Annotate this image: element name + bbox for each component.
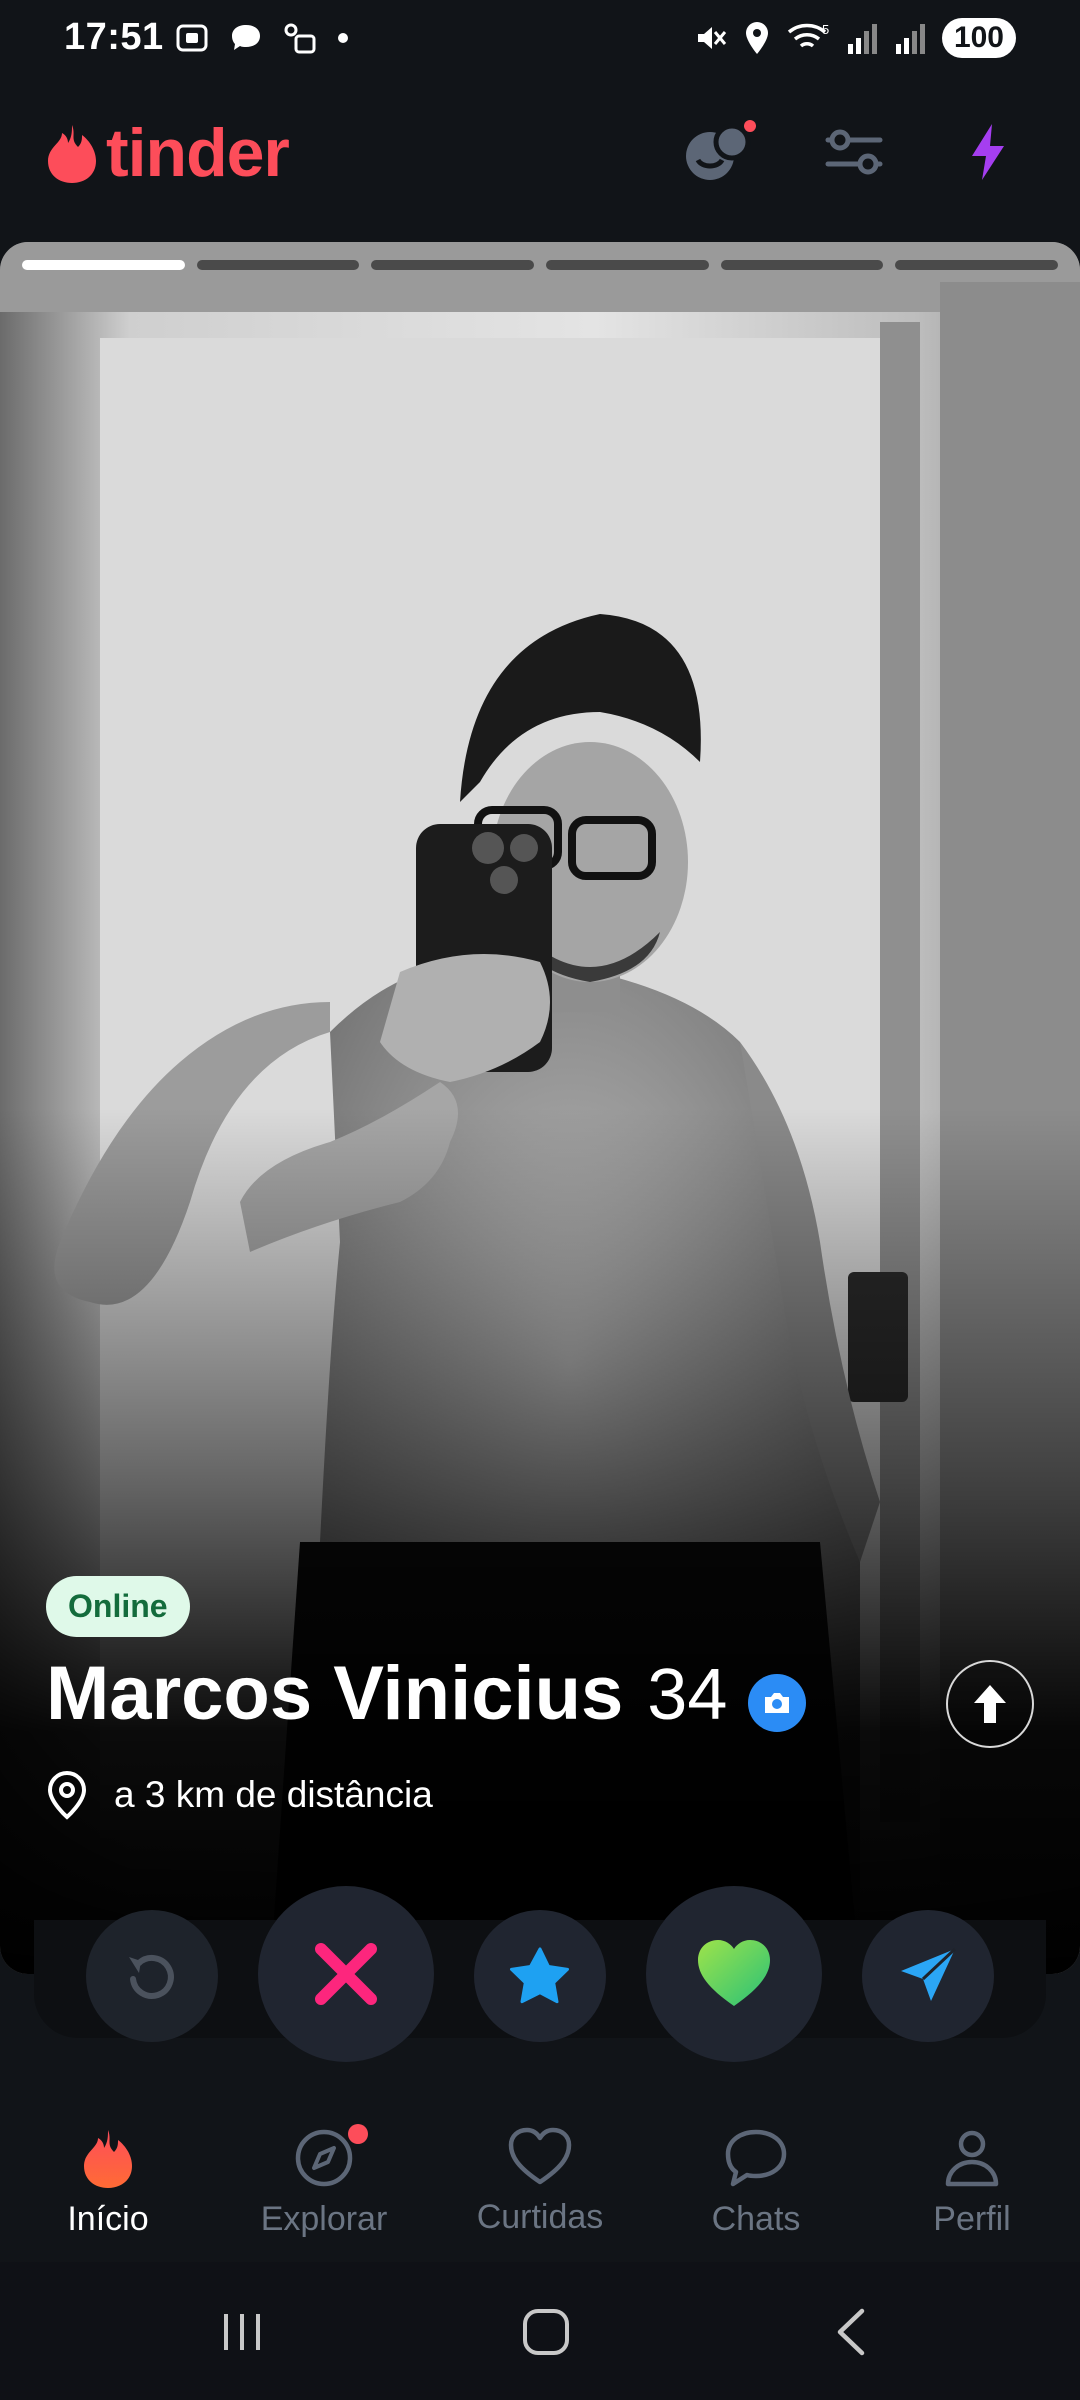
boost-button[interactable] [948,112,1028,192]
distance-text: a 3 km de distância [114,1774,433,1815]
screenshot-icon [176,24,208,52]
photo-progress-segment[interactable] [371,260,535,270]
home-icon [523,2309,569,2355]
location-pin-icon [47,1770,87,1820]
flame-icon [84,2130,132,2188]
photo-progress-segment[interactable] [720,260,884,270]
nav-label: Curtidas [476,2198,604,2236]
recent-apps-button[interactable] [202,2302,282,2362]
nav-item-inicio[interactable]: Início [18,2126,198,2239]
nav-label: Chats [711,2200,801,2238]
back-icon [837,2308,865,2356]
name-row: Marcos Vinicius 34 [46,1650,727,1737]
notification-dot [348,2124,368,2144]
status-time: 17:51 [64,16,164,58]
flame-logo-icon [48,125,96,183]
nope-button[interactable] [258,1886,434,2062]
heart-outline-icon [508,2127,572,2185]
battery-indicator: 100 [941,18,1016,58]
mute-icon [697,27,727,49]
photo-verified-badge[interactable] [748,1674,806,1732]
status-right-icons: 5 100 [692,18,1016,58]
status-bar: 17:51 5 100 [0,0,1080,80]
dot-icon [338,33,348,43]
status-left-icons [174,20,350,56]
online-badge: Online [46,1576,190,1637]
profile-name: Marcos Vinicius [46,1651,624,1736]
logo-text: tinder [106,115,290,191]
chat-icon [232,25,260,50]
heart-icon [698,1940,770,2006]
wifi-icon: 5 [787,22,829,48]
sliders-icon [825,129,883,175]
matches-button[interactable] [680,112,760,192]
profile-card[interactable]: Online Marcos Vinicius 34 a 3 km de dist… [0,242,1080,1974]
signal-icon-2 [895,24,925,54]
photo-progress-segment[interactable] [196,260,360,270]
compass-icon [295,2129,353,2187]
nav-item-explorar[interactable]: Explorar [234,2124,414,2239]
like-button[interactable] [646,1886,822,2062]
location-icon [745,22,768,54]
signal-icon [847,24,877,54]
home-button[interactable] [506,2302,586,2362]
link-icon [284,23,316,54]
app-header: tinder [0,96,1080,208]
chat-bubble-icon [725,2129,787,2187]
open-profile-button[interactable] [946,1660,1034,1748]
star-icon [510,1947,569,2004]
svg-text:5: 5 [822,22,829,37]
camera-icon [765,1693,789,1713]
rewind-button[interactable] [86,1910,218,2042]
action-bar [34,1886,1046,2062]
rewind-icon [129,1954,174,1999]
nav-label: Início [67,2200,149,2238]
profile-age: 34 [647,1655,728,1735]
nav-label: Perfil [933,2200,1011,2238]
nav-item-chats[interactable]: Chats [666,2126,846,2239]
photo-progress [22,260,1059,272]
photo-progress-segment[interactable] [22,260,185,270]
bottom-nav: Início Explorar Curtidas Chats Perfil [0,2090,1080,2260]
x-icon [315,1943,377,2005]
distance-row: a 3 km de distância [46,1770,433,1820]
nav-item-curtidas[interactable]: Curtidas [450,2126,630,2237]
send-message-button[interactable] [862,1910,994,2042]
send-icon [901,1947,957,2001]
lightning-icon [972,124,1004,180]
nav-label: Explorar [260,2200,388,2238]
tinder-logo: tinder [44,114,290,192]
person-icon [945,2130,999,2187]
photo-progress-segment[interactable] [895,260,1059,270]
super-like-button[interactable] [474,1910,606,2042]
photo-progress-segment[interactable] [546,260,709,270]
back-button[interactable] [810,2302,890,2362]
system-nav-bar [0,2262,1080,2400]
arrow-up-icon [974,1685,1006,1723]
filters-button[interactable] [814,112,894,192]
recents-icon [224,2314,260,2350]
nav-item-perfil[interactable]: Perfil [882,2126,1062,2239]
notification-dot [744,120,756,132]
